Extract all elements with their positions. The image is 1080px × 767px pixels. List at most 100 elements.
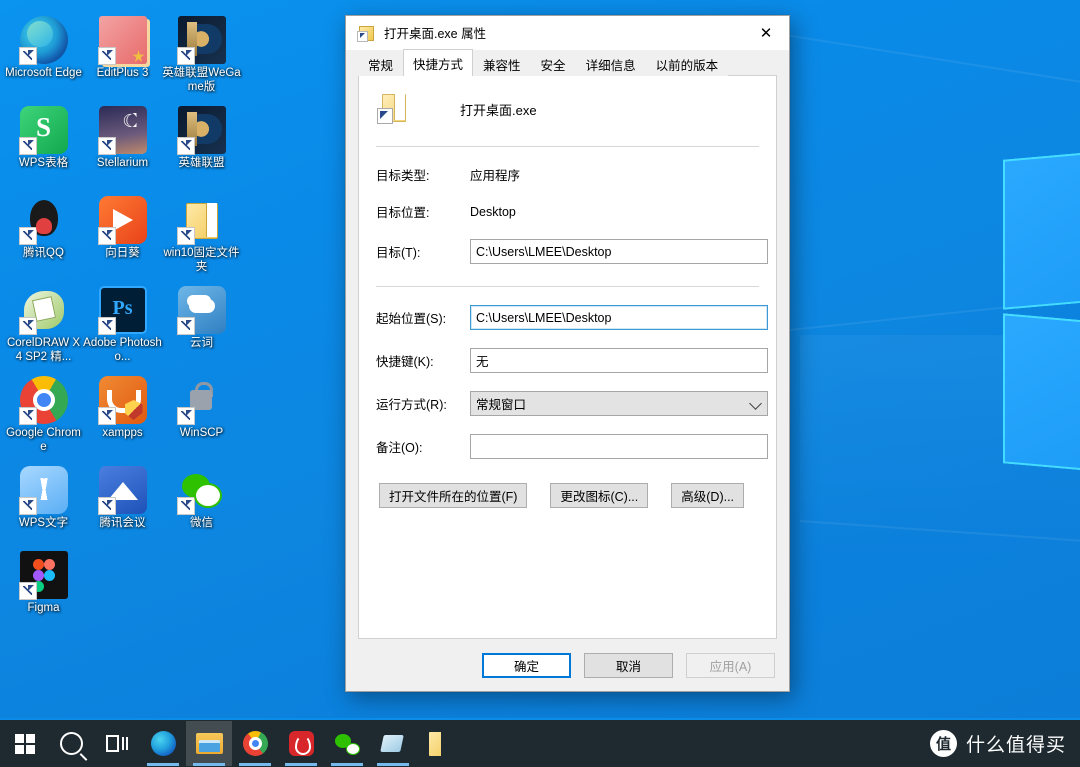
shortcut-arrow-icon	[97, 137, 116, 155]
taskbar-edge-icon-glyph	[150, 731, 176, 756]
windows-logo-wallpaper	[1003, 150, 1080, 480]
tab-5[interactable]: 以前的版本	[645, 51, 729, 76]
taskbar-chrome-icon-glyph	[242, 731, 268, 756]
shortcut-arrow-icon	[97, 47, 116, 65]
desktop-icon-winscp[interactable]: WinSCP	[162, 376, 241, 441]
desktop-icon-league-of-legends-wegame[interactable]: 英雄联盟WeGame版	[162, 16, 241, 94]
desktop-icon-label: WinSCP	[179, 427, 224, 439]
chevron-down-icon	[749, 396, 762, 410]
desktop-icon-label: WPS文字	[18, 517, 69, 529]
shortcut-arrow-icon	[97, 407, 116, 425]
comment-input[interactable]	[470, 434, 768, 459]
desktop-icon-figma[interactable]: Figma	[4, 551, 83, 616]
taskbar-paper-icon[interactable]	[370, 721, 416, 766]
shortcut-key-input[interactable]	[470, 348, 768, 373]
tencent-meeting-icon	[97, 466, 147, 515]
desktop-icon-adobe-photoshop[interactable]: Adobe Photosho...	[83, 286, 162, 364]
tab-1[interactable]: 快捷方式	[403, 49, 474, 76]
stellarium-icon: ☾	[97, 106, 147, 155]
desktop-icon-xampp[interactable]: xampps	[83, 376, 162, 441]
shortcut-arrow-icon	[18, 497, 37, 515]
desktop-icon-label: 向日葵	[105, 247, 140, 259]
taskbar-file-explorer-icon[interactable]	[186, 721, 232, 766]
start-in-input[interactable]	[470, 305, 768, 330]
taskbar-netease-music-icon[interactable]	[278, 721, 324, 766]
action-button-0[interactable]: 打开文件所在的位置(F)	[379, 483, 528, 508]
taskbar-wechat-icon-glyph	[334, 733, 360, 755]
desktop-icon-sunflower-remote[interactable]: 向日葵	[83, 196, 162, 261]
target-input[interactable]	[470, 239, 768, 264]
shortcut-key-row: 快捷键(K):	[359, 348, 776, 373]
search-icon[interactable]	[48, 721, 94, 766]
target-type-value: 应用程序	[470, 169, 521, 183]
desktop-icon-wps-writer[interactable]: WPS文字	[4, 466, 83, 531]
tab-4[interactable]: 详细信息	[575, 51, 646, 76]
desktop-icon-label: 英雄联盟WeGame版	[162, 67, 241, 93]
shortcut-arrow-icon	[176, 317, 195, 335]
folder-icon	[176, 196, 226, 245]
properties-dialog[interactable]: 打开桌面.exe 属性 ✕ 常规 快捷方式 兼容性 安全 详细信息 以前的版本 打开桌面.…	[345, 15, 790, 692]
taskbar-items	[0, 721, 462, 766]
edge-icon	[18, 16, 68, 65]
close-icon[interactable]: ✕	[743, 17, 789, 49]
sunflower-remote-icon	[97, 196, 147, 245]
wallpaper-streak	[759, 30, 1080, 114]
action-button-1[interactable]: 更改图标(C)...	[550, 483, 649, 508]
start-in-label: 起始位置(S):	[376, 312, 447, 326]
tencent-qq-icon	[18, 196, 68, 245]
dialog-footer: 确定 取消 应用(A)	[346, 639, 789, 691]
desktop-icon-label: xampps	[102, 427, 143, 439]
desktop-icon-wechat[interactable]: 微信	[162, 466, 241, 531]
desktop-icon-wps-spreadsheet[interactable]: S WPS表格	[4, 106, 83, 171]
dialog-title-bar[interactable]: 打开桌面.exe 属性 ✕	[346, 16, 789, 50]
comment-row: 备注(O):	[359, 434, 776, 459]
desktop-icon-edge[interactable]: Microsoft Edge	[4, 16, 83, 81]
desktop-icon-league-of-legends[interactable]: 英雄联盟	[162, 106, 241, 171]
wps-spreadsheet-icon: S	[18, 106, 68, 155]
footer-button-0[interactable]: 确定	[482, 652, 571, 678]
wechat-icon	[176, 466, 226, 515]
desktop-icon-label: WPS表格	[18, 157, 69, 169]
winscp-icon	[176, 376, 226, 425]
desktop-icon-label: 云词	[190, 337, 213, 349]
footer-button-1[interactable]: 取消	[584, 652, 673, 678]
shortcut-arrow-icon	[176, 137, 195, 155]
desktop-icon-label: Google Chrome	[6, 427, 81, 453]
tab-2[interactable]: 兼容性	[473, 51, 531, 76]
desktop-icon-google-chrome[interactable]: Google Chrome	[4, 376, 83, 454]
shortcut-tab-panel: 打开桌面.exe 目标类型: 应用程序 目标位置: Desktop 目标(T):…	[358, 76, 777, 639]
taskbar-netease-music-icon-glyph	[288, 731, 314, 756]
coreldraw-icon	[18, 286, 68, 335]
desktop-icon-folder[interactable]: win10固定文件夹	[162, 196, 241, 274]
desktop-icon-yunci[interactable]: 云词	[162, 286, 241, 351]
start-button-glyph	[15, 733, 35, 754]
action-button-2[interactable]: 高级(D)...	[671, 483, 745, 508]
taskbar-folder-icon-glyph	[429, 731, 449, 756]
tab-0[interactable]: 常规	[358, 51, 404, 76]
desktop-icon-coreldraw[interactable]: CorelDRAW X4 SP2 精...	[4, 286, 83, 364]
shortcut-arrow-icon	[176, 407, 195, 425]
taskbar-edge-icon[interactable]	[140, 721, 186, 766]
taskbar-wechat-icon[interactable]	[324, 721, 370, 766]
desktop-icon-label: Figma	[27, 602, 60, 614]
taskbar-folder-icon[interactable]	[416, 721, 462, 766]
desktop-icon-tencent-qq[interactable]: 腾讯QQ	[4, 196, 83, 261]
editplus-icon	[97, 16, 147, 65]
desktop-icon-tencent-meeting[interactable]: 腾讯会议	[83, 466, 162, 531]
start-button[interactable]	[2, 721, 48, 766]
footer-button-2: 应用(A)	[686, 652, 775, 678]
tab-3[interactable]: 安全	[530, 51, 576, 76]
taskbar-chrome-icon[interactable]	[232, 721, 278, 766]
desktop-icon-label: Microsoft Edge	[5, 67, 82, 79]
shortcut-folder-icon	[376, 92, 410, 126]
search-icon-glyph	[59, 732, 83, 755]
desktop-icon-stellarium[interactable]: ☾ Stellarium	[83, 106, 162, 171]
target-location-row: 目标位置: Desktop	[359, 202, 776, 221]
shortcut-key-label: 快捷键(K):	[376, 355, 434, 369]
desktop-icon-editplus[interactable]: EditPlus 3	[83, 16, 162, 81]
desktop-icon-label: 微信	[190, 517, 213, 529]
figma-icon	[18, 551, 68, 600]
target-type-row: 目标类型: 应用程序	[359, 165, 776, 184]
run-mode-select[interactable]: 常规窗口	[470, 391, 768, 416]
task-view-icon[interactable]	[94, 721, 140, 766]
